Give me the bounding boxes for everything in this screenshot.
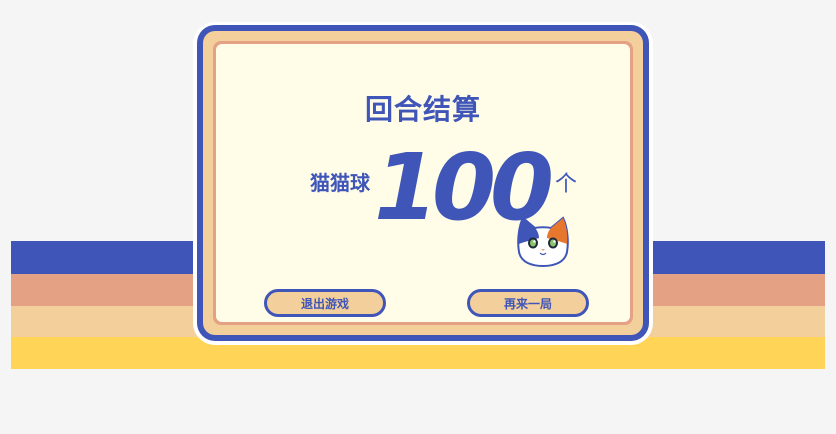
play-again-button[interactable]: 再来一局 <box>467 289 589 317</box>
dialog-border-salmon: 回合结算 猫猫球 100 个 退出游戏 再来一局 <box>213 41 633 325</box>
item-label: 猫猫球 <box>310 171 370 195</box>
dialog-border-blue: 回合结算 猫猫球 100 个 退出游戏 再来一局 <box>197 25 649 341</box>
dialog-content: 回合结算 猫猫球 100 个 退出游戏 再来一局 <box>216 44 630 322</box>
result-dialog: 回合结算 猫猫球 100 个 退出游戏 再来一局 <box>193 22 653 345</box>
dialog-border-peach: 回合结算 猫猫球 100 个 退出游戏 再来一局 <box>203 31 643 335</box>
score-unit: 个 <box>555 172 578 197</box>
dialog-title: 回合结算 <box>364 93 481 126</box>
cat-face-icon <box>517 216 569 268</box>
exit-game-button[interactable]: 退出游戏 <box>264 289 386 317</box>
